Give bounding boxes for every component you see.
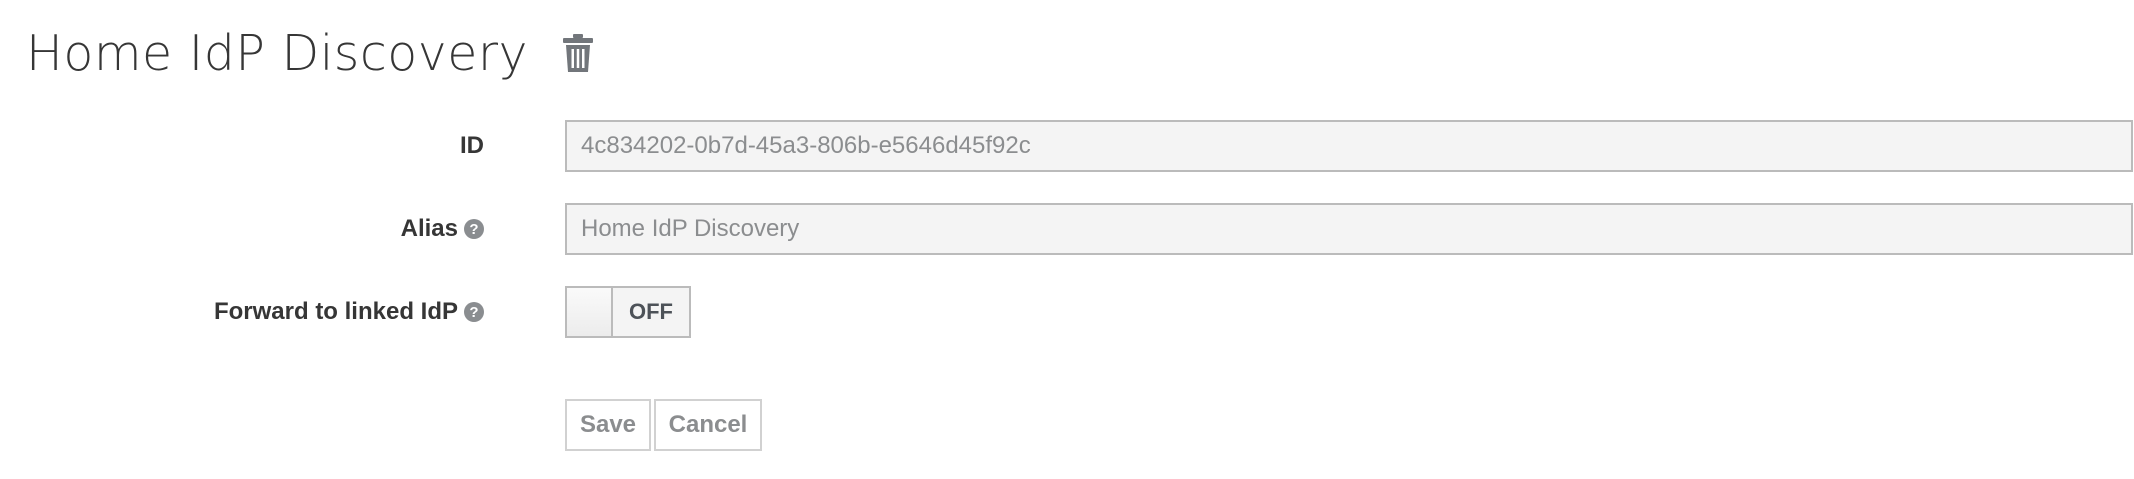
forward-row: Forward to linked IdP ? OFF [0,286,2134,338]
toggle-state-text: OFF [629,299,673,324]
page-header: Home IdP Discovery [26,22,594,84]
forward-label-wrap: Forward to linked IdP ? [214,286,484,338]
id-row: ID [0,120,2134,172]
id-label: ID [460,132,484,159]
question-circle-icon[interactable]: ? [464,219,484,239]
actions-row: Save Cancel [0,399,2134,451]
id-label-wrap: ID [460,120,484,172]
forward-toggle[interactable]: OFF [565,286,691,338]
alias-row: Alias ? [0,203,2134,255]
toggle-knob [567,288,613,336]
question-circle-icon[interactable]: ? [464,302,484,322]
authenticator-config-page: Home IdP Discovery ID Alias ? Forward to… [0,0,2134,479]
alias-label: Alias [400,215,458,242]
cancel-button[interactable]: Cancel [654,399,762,451]
alias-field[interactable] [565,203,2133,255]
save-button[interactable]: Save [565,399,651,451]
forward-label: Forward to linked IdP [213,298,458,325]
trash-icon[interactable] [562,32,594,74]
alias-label-wrap: Alias ? [401,203,484,255]
id-field[interactable] [565,120,2133,172]
page-title: Home IdP Discovery [26,24,529,82]
